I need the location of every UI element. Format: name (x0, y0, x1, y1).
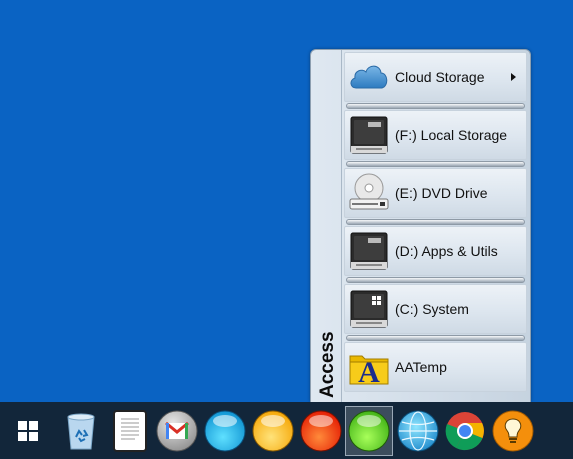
blue-orb-icon (204, 410, 246, 452)
hard-drive-icon (348, 230, 390, 272)
lightbulb-icon (492, 410, 534, 452)
start-button[interactable] (4, 406, 52, 456)
menu-item-label: Cloud Storage (395, 69, 485, 85)
recycle-bin-icon (67, 413, 95, 450)
windows-start-icon (18, 421, 38, 441)
dvd-drive-icon (348, 172, 390, 214)
chrome-icon (445, 412, 484, 451)
menu-item-local-storage[interactable]: (F:) Local Storage (344, 110, 527, 160)
menu-sidebar: Access (311, 50, 342, 402)
svg-text:A: A (358, 356, 380, 388)
menu-item-label: (D:) Apps & Utils (395, 243, 498, 259)
menu-item-label: (E:) DVD Drive (395, 185, 488, 201)
system-drive-icon (348, 288, 390, 330)
menu-separator (344, 160, 527, 168)
menu-item-label: AATemp (395, 359, 447, 375)
folder-icon: A (348, 346, 390, 389)
menu-item-apps-utils[interactable]: (D:) Apps & Utils (344, 226, 527, 276)
gmail-icon (156, 410, 198, 452)
document-icon (113, 410, 147, 452)
red-orb-icon (300, 410, 342, 452)
menu-separator (344, 218, 527, 226)
menu-item-aatemp[interactable]: A AATemp (344, 342, 527, 392)
menu-items: Cloud Storage (F:) Local Storage (E:) DV… (342, 52, 527, 392)
globe-icon (397, 410, 439, 452)
taskbar (0, 402, 573, 459)
document-button[interactable] (106, 406, 154, 456)
gmail-button[interactable] (153, 406, 201, 456)
menu-separator (344, 102, 527, 110)
cloud-icon (348, 56, 390, 98)
blue-orb-button[interactable] (201, 406, 249, 456)
recycle-bin-button[interactable] (57, 406, 105, 456)
hard-drive-icon (348, 114, 390, 156)
menu-item-cloud-storage[interactable]: Cloud Storage (344, 52, 527, 102)
menu-title: Access (317, 331, 338, 398)
menu-separator (344, 276, 527, 284)
yellow-orb-icon (252, 410, 294, 452)
globe-button[interactable] (394, 406, 442, 456)
green-orb-button[interactable] (345, 406, 393, 456)
menu-item-system[interactable]: (C:) System (344, 284, 527, 334)
lightbulb-button[interactable] (489, 406, 537, 456)
submenu-arrow-icon (511, 73, 516, 81)
chrome-button[interactable] (441, 406, 489, 456)
menu-item-label: (C:) System (395, 301, 469, 317)
yellow-orb-button[interactable] (249, 406, 297, 456)
green-orb-icon (348, 410, 390, 452)
access-menu: Access Cloud Storage (F:) Local Storage … (310, 49, 531, 402)
menu-item-label: (F:) Local Storage (395, 127, 508, 143)
menu-separator (344, 334, 527, 342)
red-orb-button[interactable] (297, 406, 345, 456)
menu-item-dvd-drive[interactable]: (E:) DVD Drive (344, 168, 527, 218)
